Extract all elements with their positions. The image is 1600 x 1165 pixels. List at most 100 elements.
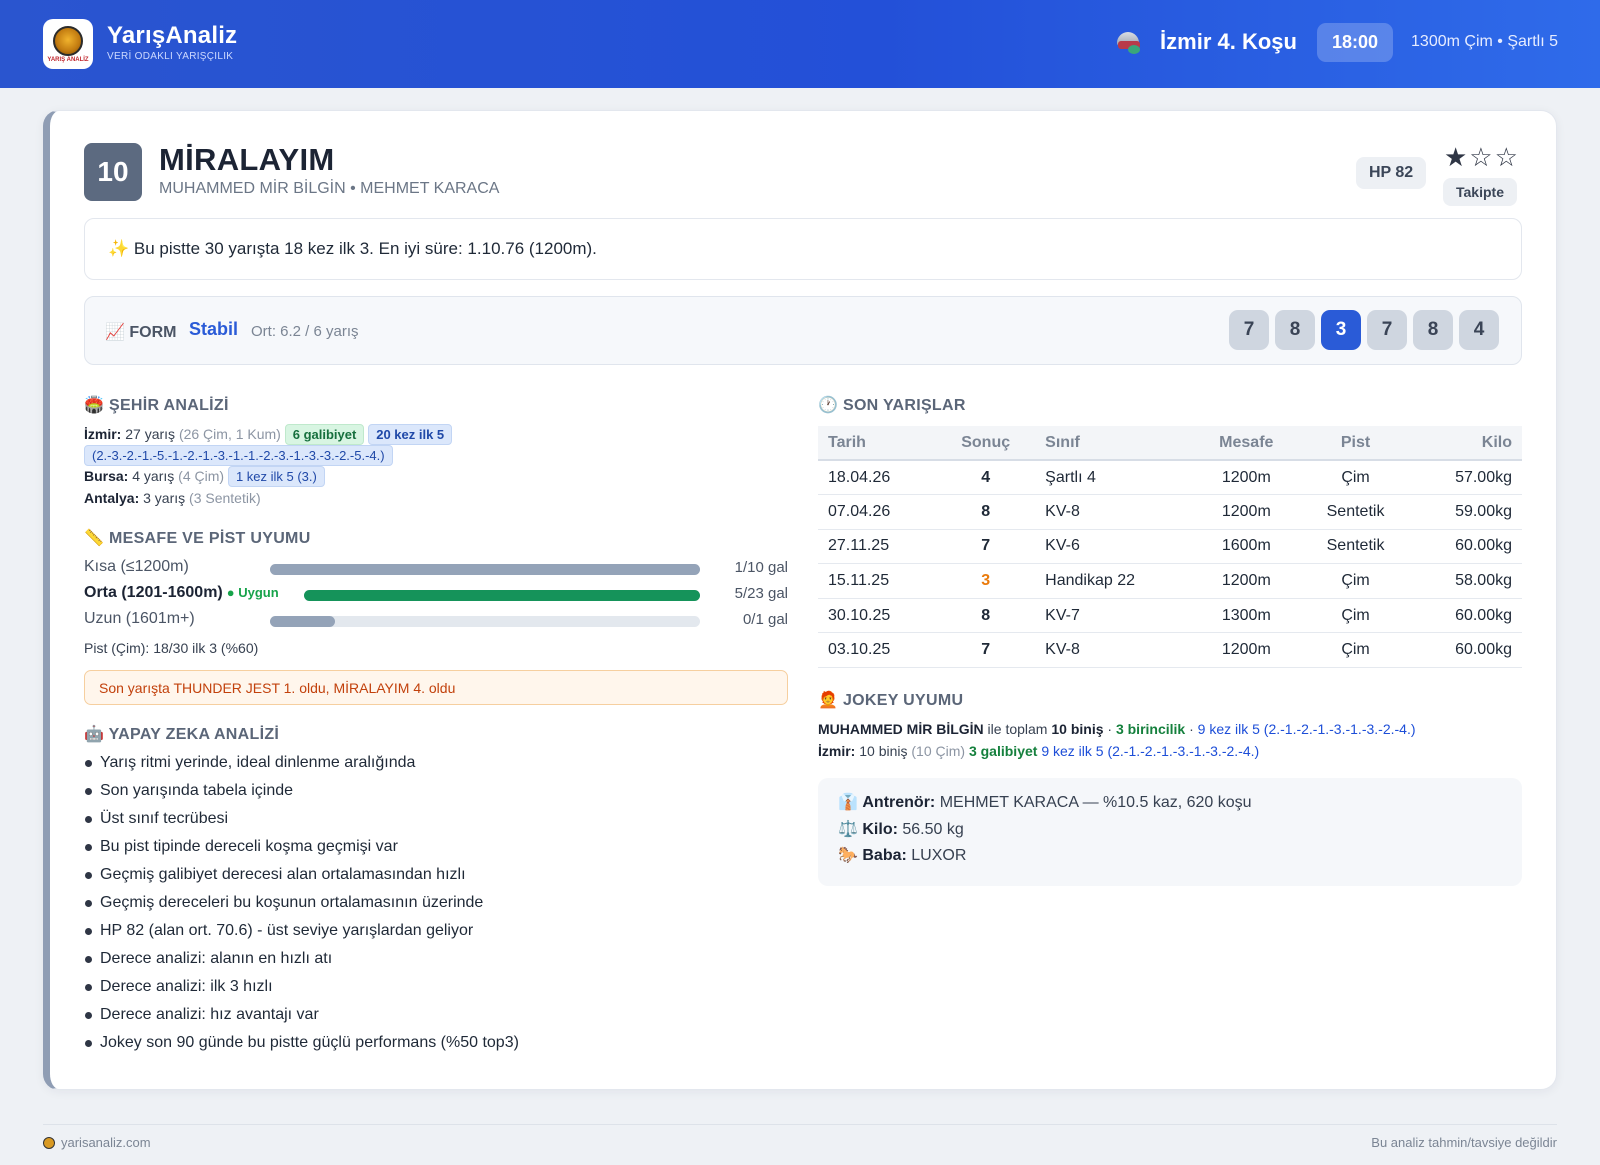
distance-row: Orta (1201-1600m) ● Uygun 5/23 gal [84, 582, 788, 606]
distance-track [304, 590, 700, 601]
table-row: 18.04.26 4 Şartlı 4 1200m Çim 57.00kg [818, 460, 1522, 496]
distance-track [270, 616, 700, 627]
cell-class: KV-7 [1035, 598, 1193, 634]
list-item: Yarış ritmi yerinde, ideal dinlenme aral… [84, 752, 519, 780]
cell-result: 3 [936, 563, 1036, 599]
distance-fit-title: 📏 MESAFE VE PİST UYUMU [84, 530, 311, 547]
suitable-badge: ● Uygun [226, 585, 279, 600]
cell-date: 30.10.25 [818, 598, 937, 634]
cell-distance: 1200m [1192, 563, 1300, 599]
city-analysis-title: 🏟️ ŞEHİR ANALİZİ [84, 397, 229, 414]
cell-class: KV-8 [1035, 632, 1193, 669]
recent-races-title: 🕐 SON YARIŞLAR [818, 397, 966, 414]
race-time-badge: 18:00 [1316, 22, 1394, 62]
table-header-row: Tarih Sonuç Sınıf Mesafe Pist Kilo [818, 426, 1522, 461]
col-date: Tarih [818, 426, 937, 461]
cell-date: 18.04.26 [818, 460, 937, 496]
cell-result: 7 [936, 529, 1036, 565]
cell-track: Çim [1299, 598, 1412, 634]
city-detail: (26 Çim, 1 Kum) [178, 426, 281, 442]
list-item: HP 82 (alan ort. 70.6) - üst seviye yarı… [84, 920, 519, 948]
cell-track: Sentetik [1299, 494, 1412, 530]
city-detail: (3 Sentetik) [189, 490, 261, 506]
cell-result: 8 [936, 494, 1036, 530]
cell-date: 27.11.25 [818, 529, 937, 565]
brand-subtitle: VERİ ODAKLI YARIŞÇILIK [107, 51, 234, 62]
follow-button[interactable]: Takipte [1443, 178, 1517, 206]
distance-fill [270, 564, 700, 575]
weight-value: 56.50 kg [902, 820, 964, 838]
race-name: İzmir 4. Koşu [1160, 29, 1297, 54]
trainer-row: 👔 Antrenör: MEHMET KARACA — %10.5 kaz, 6… [838, 790, 1502, 817]
jockey-total-rides: 10 biniş [1051, 721, 1104, 737]
wins-tag: 6 galibiyet [284, 424, 365, 445]
top-header: YARIŞ ANALİZ YarışAnaliz VERİ ODAKLI YAR… [0, 0, 1600, 88]
cell-distance: 1300m [1192, 598, 1300, 634]
cell-class: Şartlı 4 [1035, 460, 1193, 496]
form-result-pill: 8 [1413, 310, 1453, 350]
city-name: İzmir: [84, 426, 122, 442]
cell-distance: 1200m [1192, 632, 1300, 669]
col-class: Sınıf [1035, 426, 1193, 461]
footer-site[interactable]: yarisanaliz.com [43, 1135, 151, 1150]
city-name: Antalya: [84, 490, 140, 506]
cell-weight: 60.00kg [1411, 598, 1522, 634]
horse-number-badge: 10 [84, 143, 142, 201]
distance-row: Kısa (≤1200m) 1/10 gal [84, 556, 788, 580]
form-result-pill: 4 [1459, 310, 1499, 350]
col-distance: Mesafe [1192, 426, 1300, 461]
list-item: Son yarışında tabela içinde [84, 780, 519, 808]
form-result-pill: 7 [1367, 310, 1407, 350]
jockey-city-detail: (10 Çim) [911, 743, 966, 759]
cell-distance: 1600m [1192, 529, 1300, 565]
city-name: Bursa: [84, 468, 129, 484]
col-result: Sonuç [936, 426, 1036, 461]
cell-weight: 57.00kg [1411, 460, 1522, 496]
jockey-city-rides: 10 biniş [859, 743, 908, 759]
brand-logo[interactable]: YARIŞ ANALİZ [43, 19, 93, 69]
jockey-summary: MUHAMMED MİR BİLGİN ile toplam 10 biniş … [818, 721, 1416, 737]
top5-tag: 1 kez ilk 5 (3.) [227, 466, 325, 487]
brand: YarışAnaliz VERİ ODAKLI YARIŞÇILIK [107, 22, 237, 62]
sire-label: Baba: [862, 847, 907, 864]
form-result-pill: 8 [1275, 310, 1315, 350]
form-result-pill: 3 [1321, 310, 1361, 350]
distance-fill [304, 590, 700, 601]
jockey-cap-icon [1116, 29, 1142, 55]
jockey-city-name: İzmir: [818, 743, 856, 759]
distance-name: Uzun (1601m+) [84, 610, 195, 627]
cell-date: 07.04.26 [818, 494, 937, 530]
list-item: Derece analizi: alanın en hızlı atı [84, 948, 519, 976]
list-item: Derece analizi: ilk 3 hızlı [84, 976, 519, 1004]
col-weight: Kilo [1411, 426, 1522, 461]
rating-stars-icon[interactable]: ★☆☆ [1444, 142, 1520, 173]
cell-weight: 58.00kg [1411, 563, 1522, 599]
city-detail: (4 Çim) [178, 468, 225, 484]
footer-site-text: yarisanaliz.com [61, 1135, 151, 1150]
table-row: 03.10.25 7 KV-8 1200m Çim 60.00kg [818, 632, 1522, 669]
trainer-value: MEHMET KARACA — %10.5 kaz, 620 koşu [939, 794, 1252, 811]
city-races: 27 yarış [125, 426, 176, 442]
city-row-antalya: Antalya: 3 yarış (3 Sentetik) [84, 488, 261, 508]
footer: yarisanaliz.com Bu analiz tahmin/tavsiye… [43, 1124, 1557, 1150]
cell-distance: 1200m [1192, 460, 1300, 496]
cell-track: Sentetik [1299, 529, 1412, 565]
jockey-city-wins: 3 galibiyet [968, 743, 1038, 759]
horse-details: 👔 Antrenör: MEHMET KARACA — %10.5 kaz, 6… [818, 778, 1522, 886]
last-race-alert: Son yarışta THUNDER JEST 1. oldu, MİRALA… [84, 670, 788, 705]
trainer-icon: 👔 [838, 794, 863, 811]
distance-value: 1/10 gal [734, 559, 788, 576]
cell-date: 15.11.25 [818, 563, 937, 599]
sire-value: LUXOR [911, 847, 967, 864]
horse-name: MİRALAYIM [159, 142, 335, 177]
cell-weight: 60.00kg [1411, 632, 1522, 669]
weight-row: ⚖️ Kilo: 56.50 kg [838, 817, 1502, 844]
jockey-top5: 9 kez ilk 5 (2.-1.-2.-1.-3.-1.-3.-2.-4.) [1197, 721, 1416, 737]
distance-name: Kısa (≤1200m) [84, 558, 189, 575]
logo-icon [43, 1137, 55, 1149]
form-label: 📈 FORM [105, 324, 177, 341]
top5-detail-tag: (2.-3.-2.-1.-5.-1.-2.-1.-3.-1.-1.-2.-3.-… [84, 445, 393, 466]
hp-badge: HP 82 [1356, 157, 1427, 189]
list-item: Derece analizi: hız avantajı var [84, 1004, 519, 1032]
jockey-city-summary: İzmir: 10 biniş (10 Çim) 3 galibiyet 9 k… [818, 740, 1259, 762]
